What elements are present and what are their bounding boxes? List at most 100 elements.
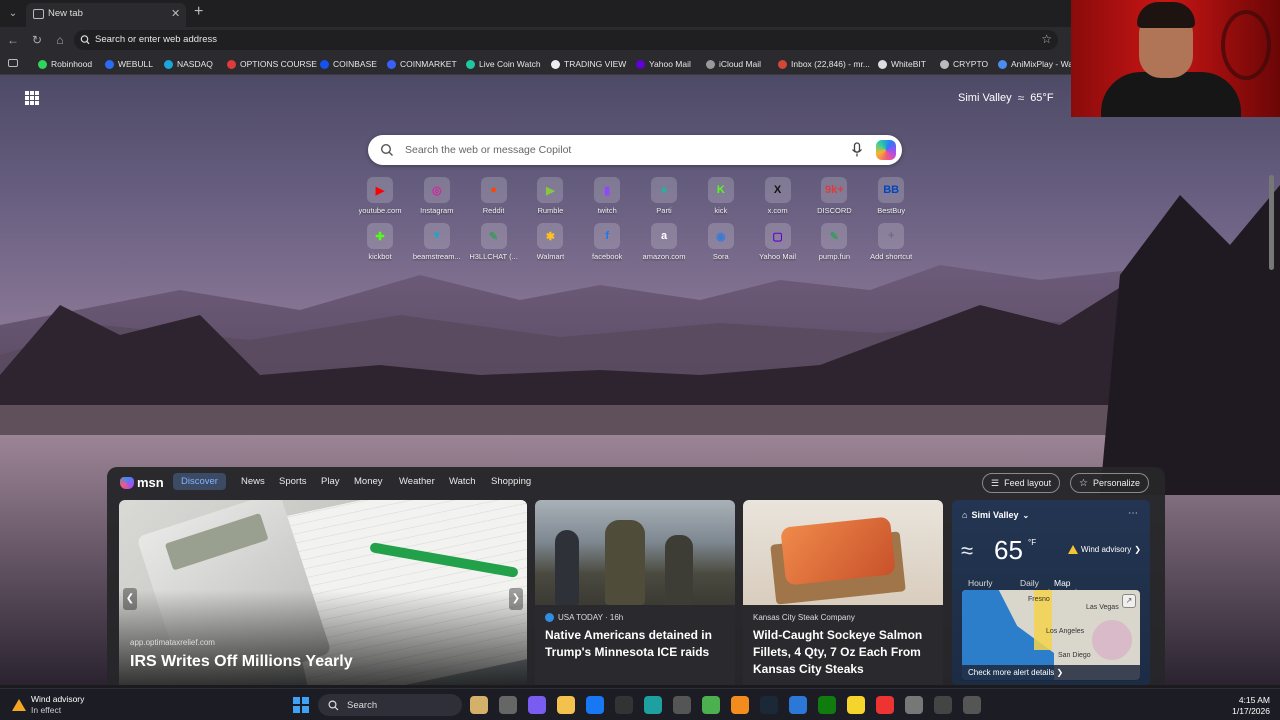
bookmark-item[interactable]: COINMARKET [387, 57, 457, 71]
favorite-star-icon[interactable]: ☆ [1041, 32, 1052, 46]
close-tab-icon[interactable]: ✕ [171, 7, 180, 20]
taskbar-weather-widget[interactable]: Wind advisory In effect [12, 694, 84, 716]
shortcut-tile[interactable]: ◎ Instagram [407, 177, 467, 215]
shortcut-icon: ▮ [594, 177, 621, 203]
expand-map-icon[interactable]: ↗ [1122, 594, 1136, 608]
bookmark-item[interactable]: CRYPTO [940, 57, 988, 71]
more-options-icon[interactable]: ⋯ [1128, 508, 1138, 519]
bookmark-item[interactable]: Live Coin Watch [466, 57, 541, 71]
task-view-icon[interactable] [499, 696, 517, 714]
bookmark-item[interactable]: Yahoo Mail [636, 57, 691, 71]
shortcut-tile[interactable]: ▮ twitch [577, 177, 637, 215]
bookmark-item[interactable]: WEBULL [105, 57, 153, 71]
paint-icon[interactable] [876, 696, 894, 714]
weather-card-location[interactable]: ⌂ Simi Valley ⌄ [962, 510, 1029, 520]
apps-launcher-icon[interactable] [25, 91, 39, 105]
taskbar-search[interactable]: Search [318, 694, 462, 716]
facebook-icon[interactable] [586, 696, 604, 714]
shortcut-label: kick [714, 206, 728, 215]
settings-icon[interactable] [905, 696, 923, 714]
bookmark-item[interactable]: WhiteBIT [878, 57, 926, 71]
obs-icon[interactable] [934, 696, 952, 714]
news-card-ice-raids[interactable]: USA TODAY · 16h Native Americans detaine… [535, 500, 735, 685]
shortcut-tile[interactable]: ✦ Parti [634, 177, 694, 215]
shortcut-tile[interactable]: f facebook [577, 223, 637, 261]
xbox-icon[interactable] [818, 696, 836, 714]
tab-map[interactable]: Map [1048, 576, 1077, 591]
tab-play[interactable]: Play [321, 476, 339, 487]
steam-icon[interactable] [760, 696, 778, 714]
refresh-button[interactable]: ↻ [29, 32, 45, 48]
microphone-icon[interactable] [850, 142, 864, 158]
shortcut-tile[interactable]: ✚ kickbot [350, 223, 410, 261]
personalize-button[interactable]: ☆ Personalize [1070, 473, 1149, 493]
bookmark-item[interactable]: Robinhood [38, 57, 92, 71]
edge-icon[interactable] [644, 696, 662, 714]
web-search-box[interactable]: Search the web or message Copilot [368, 135, 902, 165]
new-tab-button[interactable]: + [194, 3, 203, 21]
shortcut-tile[interactable]: ✎ pump.fun [804, 223, 864, 261]
tab-discover[interactable]: Discover [173, 473, 226, 490]
copilot-icon[interactable] [528, 696, 546, 714]
vlc-icon[interactable] [731, 696, 749, 714]
weather-card[interactable]: ⌂ Simi Valley ⌄ ⋯ ≈ 65 °F Wind advisory … [952, 500, 1150, 685]
tab-hourly[interactable]: Hourly [962, 576, 999, 590]
tab-actions-menu-button[interactable]: ⌄ [4, 5, 22, 23]
shortcut-tile[interactable]: BB BestBuy [861, 177, 921, 215]
weather-alert-link[interactable]: Wind advisory ❯ [1068, 545, 1141, 554]
bookmark-item[interactable]: AniMixPlay - Wa... [998, 57, 1080, 71]
tab-news[interactable]: News [241, 476, 265, 487]
weather-summary[interactable]: Simi Valley ≈ 65°F [958, 91, 1054, 105]
home-icon: ⌂ [962, 510, 968, 520]
shortcut-tile[interactable]: a amazon.com [634, 223, 694, 261]
tab-weather[interactable]: Weather [399, 476, 435, 487]
collections-icon[interactable] [8, 59, 18, 67]
address-bar[interactable]: Search or enter web address ☆ [74, 30, 1058, 50]
widgets-icon[interactable] [470, 696, 488, 714]
page-scrollbar[interactable] [1269, 175, 1274, 270]
calculator-icon[interactable] [673, 696, 691, 714]
bookmark-item[interactable]: NASDAQ [164, 57, 213, 71]
shortcut-tile[interactable]: ▶ Rumble [520, 177, 580, 215]
alert-details-link[interactable]: Check more alert details ❯ [962, 665, 1140, 681]
shortcut-tile[interactable]: ✎ H3LLCHAT (... [464, 223, 524, 261]
app-icon[interactable] [963, 696, 981, 714]
msn-logo[interactable]: msn [120, 475, 164, 490]
feed-layout-button[interactable]: ☰ Feed layout [982, 473, 1061, 493]
windows-start-icon[interactable] [293, 697, 309, 713]
file-explorer-icon[interactable] [557, 696, 575, 714]
system-clock[interactable]: 4:15 AM 1/17/2026 [1210, 695, 1270, 717]
shortcut-tile[interactable]: ● Reddit [464, 177, 524, 215]
shortcut-tile[interactable]: ▶ youtube.com [350, 177, 410, 215]
copilot-icon[interactable] [876, 140, 896, 160]
ad-card-salmon[interactable]: Kansas City Steak Company Wild-Caught So… [743, 500, 943, 685]
bookmark-item[interactable]: OPTIONS COURSE [227, 57, 317, 71]
tab-daily[interactable]: Daily [1014, 576, 1045, 590]
tab-money[interactable]: Money [354, 476, 383, 487]
bookmark-item[interactable]: COINBASE [320, 57, 377, 71]
shortcut-tile[interactable]: ◉ Sora [691, 223, 751, 261]
shortcut-tile[interactable]: ▼ beamstream... [407, 223, 467, 261]
carousel-next-button[interactable]: ❯ [509, 588, 523, 610]
tab-sports[interactable]: Sports [279, 476, 306, 487]
shortcut-tile[interactable]: Xx.com [748, 177, 808, 215]
shortcut-tile[interactable]: 9k+ DISCORD [804, 177, 864, 215]
tab-watch[interactable]: Watch [449, 476, 476, 487]
carousel-prev-button[interactable]: ❮ [123, 588, 137, 610]
shortcut-tile[interactable]: + Add shortcut [861, 223, 921, 261]
home-button[interactable]: ⌂ [52, 32, 68, 48]
back-button[interactable]: ← [5, 32, 21, 48]
shortcut-tile[interactable]: ▢ Yahoo Mail [748, 223, 808, 261]
bookmark-item[interactable]: iCloud Mail [706, 57, 761, 71]
tab-new-tab[interactable]: New tab ✕ [26, 3, 186, 27]
bookmark-item[interactable]: TRADING VIEW [551, 57, 626, 71]
news-card-irs[interactable]: ❮ ❯ app.optimataxrelief.com IRS Writes O… [119, 500, 527, 685]
bookmark-item[interactable]: Inbox (22,846) - mr... [778, 57, 870, 71]
chrome-icon[interactable] [702, 696, 720, 714]
sticky-notes-icon[interactable] [847, 696, 865, 714]
amazon-icon[interactable] [615, 696, 633, 714]
tab-shopping[interactable]: Shopping [491, 476, 531, 487]
shortcut-tile[interactable]: Kkick [691, 177, 751, 215]
shortcut-tile[interactable]: ✱ Walmart [520, 223, 580, 261]
app-icon[interactable] [789, 696, 807, 714]
